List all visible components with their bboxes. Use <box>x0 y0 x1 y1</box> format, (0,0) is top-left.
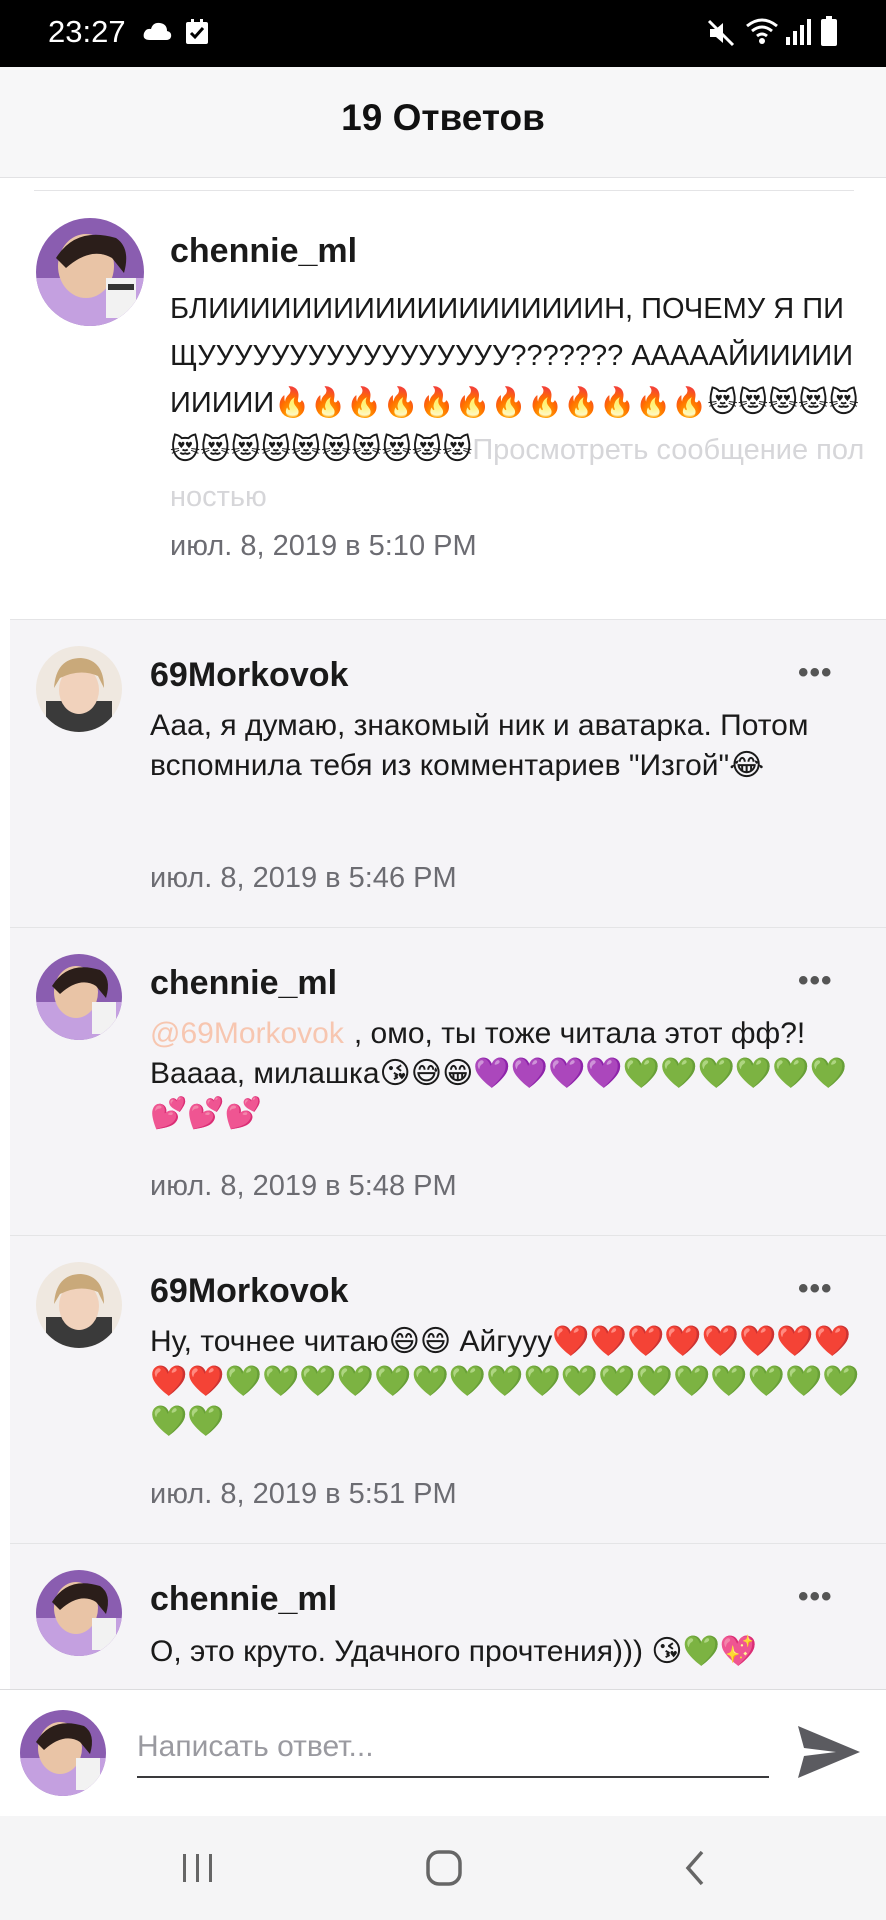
reply-text: Ааа, я думаю, знакомый ник и аватарка. П… <box>150 709 809 782</box>
reply-text: @69Morkovok, омо, ты тоже читала этот фф… <box>150 1014 870 1134</box>
reply-author[interactable]: chennie_ml <box>150 1580 337 1619</box>
reply-date: июл. 8, 2019 в 5:51 PM <box>150 1478 457 1510</box>
recent-apps-icon[interactable] <box>180 1850 216 1891</box>
comment-date: июл. 8, 2019 в 5:10 PM <box>170 530 477 562</box>
page-title: 19 Ответов <box>341 97 545 138</box>
list-item: chennie_ml ••• О, это круто. Удачного пр… <box>10 1544 886 1690</box>
replies-list: 69Morkovok ••• Ааа, я думаю, знакомый ни… <box>10 619 886 1690</box>
header: 19 Ответов <box>0 67 886 178</box>
reply-author[interactable]: chennie_ml <box>150 964 337 1003</box>
system-nav-bar <box>0 1816 886 1920</box>
status-bar: 23:27 <box>0 0 886 67</box>
avatar[interactable] <box>36 646 122 732</box>
reply-date: июл. 8, 2019 в 5:48 PM <box>150 1170 457 1202</box>
avatar[interactable] <box>36 218 144 326</box>
more-options-button[interactable]: ••• <box>798 964 833 998</box>
home-icon[interactable] <box>424 1848 464 1893</box>
wifi-icon <box>745 16 779 51</box>
reply-author[interactable]: 69Morkovok <box>150 656 348 695</box>
comment-author[interactable]: chennie_ml <box>170 232 357 271</box>
send-button[interactable] <box>796 1722 862 1782</box>
avatar[interactable] <box>36 954 122 1040</box>
reply-input[interactable] <box>137 1718 769 1778</box>
list-item: 69Morkovok ••• Ааа, я думаю, знакомый ни… <box>10 620 886 928</box>
more-options-button[interactable]: ••• <box>798 1272 833 1306</box>
more-options-button[interactable]: ••• <box>798 1580 833 1614</box>
battery-icon <box>821 16 837 51</box>
check-box-icon <box>185 19 209 50</box>
reply-composer <box>0 1689 886 1817</box>
signal-icon <box>785 17 811 50</box>
status-time: 23:27 <box>48 14 126 49</box>
reply-date: июл. 8, 2019 в 5:46 PM <box>150 862 457 894</box>
mention-link[interactable]: @69Morkovok <box>150 1017 344 1050</box>
avatar[interactable] <box>36 1262 122 1348</box>
reply-text: Ну, точнее читаю😄😄 Айгууу❤️❤️❤️❤️❤️❤️❤️❤… <box>150 1325 860 1438</box>
back-icon[interactable] <box>680 1848 710 1893</box>
avatar[interactable] <box>36 1570 122 1656</box>
reply-author[interactable]: 69Morkovok <box>150 1272 348 1311</box>
reply-text: О, это круто. Удачного прочтения))) 😘💚💖 <box>150 1635 758 1668</box>
send-icon <box>796 1726 862 1786</box>
list-item: chennie_ml ••• @69Morkovok, омо, ты тоже… <box>10 928 886 1236</box>
mute-icon <box>706 18 736 53</box>
avatar <box>20 1710 106 1796</box>
more-options-button[interactable]: ••• <box>798 656 833 690</box>
comment-text: БЛИИИИИИИИИИИИИИИИИИИН, ПОЧЕМУ Я ПИЩУУУУ… <box>170 286 870 521</box>
list-item: 69Morkovok ••• Ну, точнее читаю😄😄 Айгууу… <box>10 1236 886 1544</box>
cloud-icon <box>142 20 172 47</box>
